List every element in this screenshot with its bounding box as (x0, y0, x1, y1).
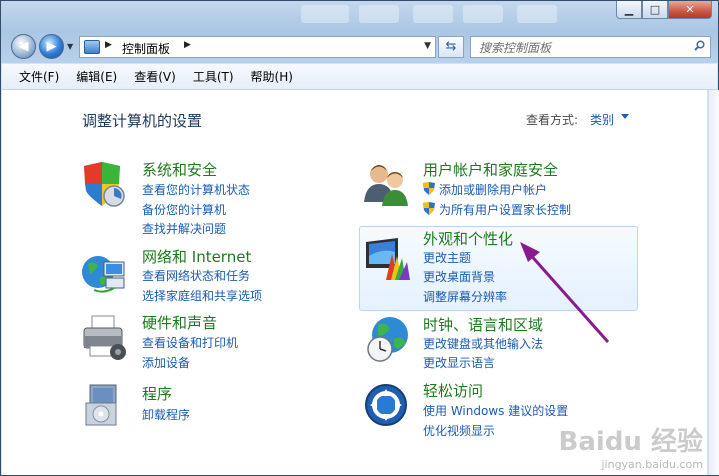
link-network-status[interactable]: 查看网络状态和任务 (142, 267, 250, 284)
blurred-background-text (413, 5, 453, 23)
refresh-icon: ⇆ (445, 39, 457, 54)
link-adjust-resolution[interactable]: 调整屏幕分辨率 (423, 288, 507, 305)
page-title: 调整计算机的设置 (82, 112, 203, 130)
link-view-computer-status[interactable]: 查看您的计算机状态 (142, 181, 250, 198)
link-change-display-language[interactable]: 更改显示语言 (423, 354, 495, 371)
link-backup-computer[interactable]: 备份您的计算机 (142, 201, 226, 218)
control-panel-window: ▁ □ ✕ ◀ ▶ ▼ ▶ 控制面板 ▶ ▼ ⇆ 搜索控制面板 文件(F) 编辑… (0, 0, 719, 476)
maximize-button[interactable]: □ (642, 1, 668, 19)
link-uninstall-program[interactable]: 卸载程序 (142, 406, 190, 423)
monitor-palette-icon[interactable] (364, 234, 412, 282)
blurred-background-text (517, 5, 557, 23)
title-bar[interactable]: ▁ □ ✕ (1, 1, 718, 31)
watermark: Baidu 经验 jingyan.baidu.com (559, 421, 703, 471)
category-title-network-internet[interactable]: 网络和 Internet (142, 246, 251, 267)
view-by-label: 查看方式: (526, 113, 579, 127)
refresh-button[interactable]: ⇆ (438, 36, 464, 58)
scrollbar[interactable] (708, 90, 719, 475)
category-title-programs[interactable]: 程序 (142, 383, 172, 404)
breadcrumb-separator-icon[interactable]: ▶ (105, 40, 112, 50)
close-button[interactable]: ✕ (668, 1, 712, 19)
category-title-user-accounts[interactable]: 用户帐户和家庭安全 (423, 159, 558, 180)
menu-edit[interactable]: 编辑(E) (76, 64, 117, 85)
watermark-logo: Baidu 经验 (558, 427, 703, 457)
recent-pages-dropdown-icon[interactable]: ▼ (67, 42, 73, 51)
category-title-appearance[interactable]: 外观和个性化 (423, 228, 513, 249)
printer-icon[interactable] (80, 314, 128, 362)
link-add-remove-users[interactable]: 添加或删除用户帐户 (439, 181, 547, 198)
address-bar[interactable]: ▶ 控制面板 ▶ ▼ (79, 36, 436, 58)
link-parental-controls[interactable]: 为所有用户设置家长控制 (439, 201, 571, 218)
content-pane: 调整计算机的设置 查看方式: 类别 系统和安全 查看您的计算机状态 备份您的计算… (2, 90, 707, 475)
ease-of-access-icon[interactable] (364, 383, 412, 431)
menu-tools[interactable]: 工具(T) (193, 64, 234, 85)
breadcrumb-separator-icon[interactable]: ▶ (184, 40, 191, 50)
menu-view[interactable]: 查看(V) (134, 64, 176, 85)
category-title-hardware-sound[interactable]: 硬件和声音 (142, 312, 217, 333)
forward-arrow-icon: ▶ (46, 39, 57, 54)
link-change-theme[interactable]: 更改主题 (423, 249, 471, 266)
shield-icon[interactable] (80, 160, 128, 208)
forward-button[interactable]: ▶ (39, 34, 64, 59)
search-input[interactable] (477, 38, 681, 58)
breadcrumb-control-panel[interactable]: 控制面板 (122, 40, 170, 57)
blurred-background-text (301, 5, 349, 23)
uac-shield-icon (423, 202, 435, 215)
address-row: ◀ ▶ ▼ ▶ 控制面板 ▶ ▼ ⇆ (1, 32, 718, 62)
link-optimize-video-display[interactable]: 优化视频显示 (423, 422, 495, 439)
back-arrow-icon: ◀ (18, 39, 29, 54)
control-panel-icon (84, 40, 100, 54)
address-dropdown-icon[interactable]: ▼ (424, 41, 431, 51)
menu-file[interactable]: 文件(F) (19, 64, 59, 85)
menu-bar: 文件(F) 编辑(E) 查看(V) 工具(T) 帮助(H) (2, 64, 717, 90)
category-title-system-security[interactable]: 系统和安全 (142, 159, 217, 180)
link-windows-suggested-settings[interactable]: 使用 Windows 建议的设置 (423, 402, 568, 419)
annotation-arrow (520, 242, 610, 343)
link-homegroup-sharing[interactable]: 选择家庭组和共享选项 (142, 287, 262, 304)
link-add-device[interactable]: 添加设备 (142, 354, 190, 371)
link-change-desktop-background[interactable]: 更改桌面背景 (423, 268, 495, 285)
programs-icon[interactable] (80, 381, 128, 429)
globe-clock-icon[interactable] (366, 315, 414, 363)
minimize-button[interactable]: ▁ (616, 1, 642, 19)
view-by-dropdown[interactable]: 类别 (590, 111, 614, 128)
link-devices-printers[interactable]: 查看设备和打印机 (142, 334, 238, 351)
users-icon[interactable] (362, 160, 410, 208)
blurred-background-text (359, 5, 399, 23)
category-title-ease-of-access[interactable]: 轻松访问 (423, 380, 483, 401)
view-by-chevron-down-icon[interactable] (621, 114, 629, 119)
back-button[interactable]: ◀ (11, 34, 36, 59)
uac-shield-icon (423, 182, 435, 195)
watermark-url: jingyan.baidu.com (601, 458, 703, 471)
globe-network-icon[interactable] (80, 248, 128, 296)
link-find-fix-problems[interactable]: 查找并解决问题 (142, 220, 226, 237)
menu-help[interactable]: 帮助(H) (251, 64, 293, 85)
search-icon[interactable] (694, 40, 705, 51)
search-box[interactable] (470, 36, 711, 58)
blurred-background-text (463, 5, 503, 23)
